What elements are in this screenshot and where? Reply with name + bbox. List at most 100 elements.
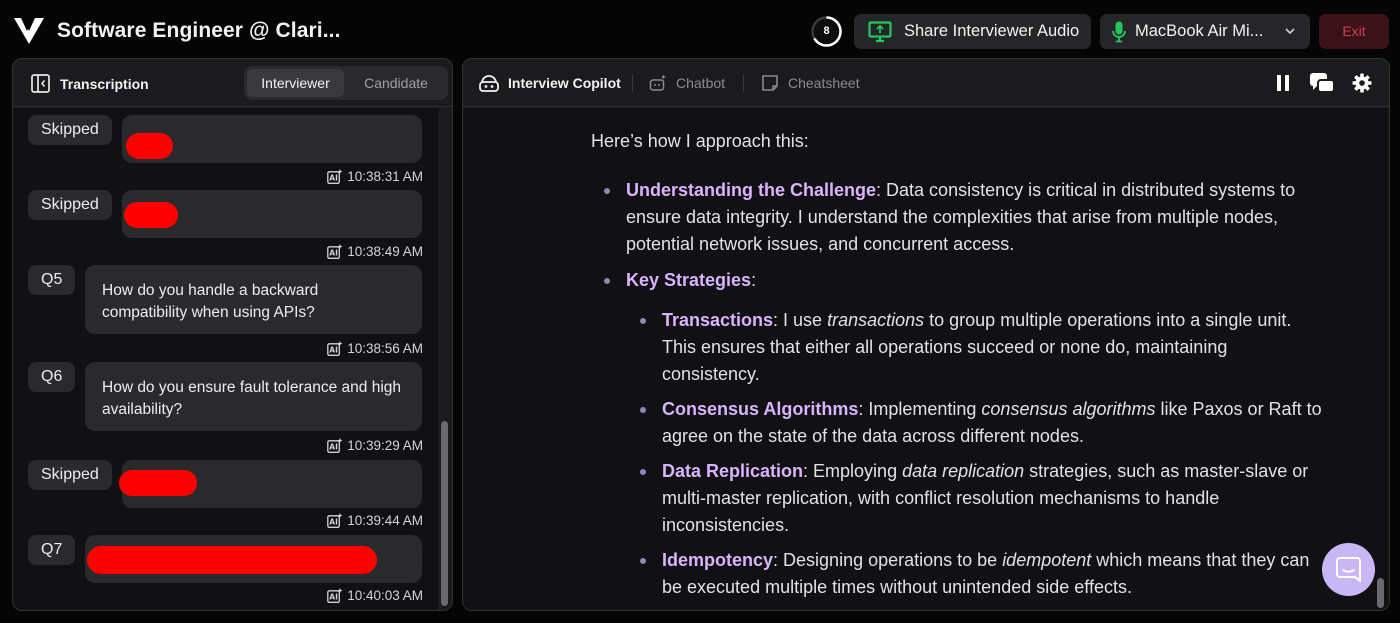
list-item[interactable] [119,460,422,508]
question-timer: 8 [810,15,843,48]
pause-icon[interactable] [1274,74,1292,92]
question-tag: Skipped [28,115,112,145]
page-title: Software Engineer @ Clari... [57,19,341,42]
svg-text:AI: AI [329,592,338,601]
timer-count: 8 [823,25,830,37]
list-item[interactable] [122,190,422,238]
copilot-answer-area: Here’s how I approach this: Understandin… [463,108,1389,610]
sidebar-toggle-icon[interactable] [31,74,50,93]
strategy-title: Transactions [662,310,774,330]
transcript-scrollbar[interactable] [441,111,448,608]
share-interviewer-audio-button[interactable]: Share Interviewer Audio [854,14,1091,49]
point-text: : [751,270,757,290]
question-text: How do you handle a backward compatibili… [102,282,319,321]
timestamp-text: 10:40:03 AM [347,587,423,603]
scrollbar-thumb[interactable] [441,421,448,606]
svg-text:AI: AI [329,173,338,182]
redaction-mark [124,202,178,228]
answer-point: Understanding the Challenge: Data consis… [591,177,1326,258]
redaction-mark [126,133,173,159]
timestamp-text: 10:39:29 AM [347,437,423,453]
tab-cheatsheet[interactable]: Cheatsheet [761,74,860,92]
question-tag: Q6 [28,362,76,392]
microphone-select[interactable]: MacBook Air Mi... [1100,14,1310,49]
chatbot-sparkle-icon [649,74,666,91]
svg-text:AI: AI [329,248,338,257]
strategy-list: Transactions: I use transactions to grou… [591,307,1326,601]
svg-text:AI: AI [329,517,338,526]
timestamp: AI 10:38:49 AM [327,242,423,260]
strategy-emphasis: data replication [902,461,1025,481]
strategy-emphasis: transactions [827,310,925,330]
list-item[interactable]: How do you handle a backward compatibili… [85,265,422,334]
transcription-title: Transcription [60,76,149,92]
timestamp-text: 10:38:56 AM [347,340,423,356]
timestamp: AI 10:39:44 AM [327,511,423,529]
strategy-title: Idempotency [662,550,774,570]
top-bar: Software Engineer @ Clari... 8 Share Int… [0,0,1400,62]
redaction-mark [87,546,377,574]
note-icon [762,75,778,91]
timestamp: AI 10:39:29 AM [327,436,423,454]
strategy-title: Data Replication [662,461,804,481]
strategy-text: : Employing [803,461,903,481]
support-chat-button[interactable] [1322,543,1375,596]
strategy-item: Transactions: I use transactions to grou… [591,307,1326,388]
answer-point: Key Strategies: [591,267,1326,294]
chat-bubbles-icon[interactable] [1309,72,1335,94]
strategy-item: Data Replication: Employing data replica… [591,458,1326,539]
speaker-toggle: Interviewer Candidate [244,66,448,100]
strategy-text: : Designing operations to be [773,550,1003,570]
list-item[interactable] [122,115,422,163]
timestamp: AI 10:40:03 AM [327,586,423,604]
timestamp: AI 10:38:56 AM [327,339,423,357]
ai-sparkle-icon: AI [327,340,343,356]
tab-chatbot[interactable]: Chatbot [649,74,725,92]
timestamp-text: 10:39:44 AM [347,512,423,528]
timestamp: AI 10:38:31 AM [327,167,423,185]
tab-label: Interview Copilot [508,75,621,91]
list-item[interactable]: How do you ensure fault tolerance and hi… [85,362,422,431]
tab-interview-copilot[interactable]: Interview Copilot [479,74,621,92]
strategy-title: Consensus Algorithms [662,399,859,419]
question-tag: Skipped [28,190,112,220]
strategy-emphasis: idempotent [1002,550,1092,570]
answer-intro: Here’s how I approach this: [591,131,809,151]
answer-points: Understanding the Challenge: Data consis… [591,177,1326,294]
question-tag: Skipped [28,460,112,490]
answer-content: Here’s how I approach this: Understandin… [591,128,1326,609]
question-tag: Q7 [28,535,76,565]
redaction-mark [119,470,197,496]
ai-sparkle-icon: AI [327,437,343,453]
question-text: How do you ensure fault tolerance and hi… [102,379,402,418]
tab-interviewer[interactable]: Interviewer [247,69,344,97]
app-logo-icon [14,18,44,44]
tab-label: Chatbot [676,75,726,91]
point-title: Understanding the Challenge [626,180,877,200]
list-item[interactable] [85,535,422,583]
tab-divider [632,75,633,92]
ai-sparkle-icon: AI [327,243,343,259]
strategy-item: Consensus Algorithms: Implementing conse… [591,396,1326,450]
transcription-panel: Transcription Interviewer Candidate Skip… [12,58,453,611]
copilot-header: Interview Copilot Chatbot Cheatsheet [463,59,1389,107]
copilot-panel: Interview Copilot Chatbot Cheatsheet Her… [462,58,1390,611]
svg-text:AI: AI [329,345,338,354]
strategy-text: : I use [773,310,828,330]
ai-sparkle-icon: AI [327,168,343,184]
microphone-label: MacBook Air Mi... [1135,22,1264,40]
copilot-robot-icon [479,75,499,92]
tab-candidate[interactable]: Candidate [347,69,445,97]
gear-icon[interactable] [1352,73,1372,93]
tab-divider [743,75,744,92]
monitor-share-icon [868,20,892,42]
share-audio-label: Share Interviewer Audio [904,22,1080,40]
strategy-emphasis: consensus algorithms [981,399,1156,419]
ai-sparkle-icon: AI [327,512,343,528]
exit-button[interactable]: Exit [1319,14,1389,49]
copilot-scrollbar[interactable] [1377,578,1384,608]
transcription-header: Transcription Interviewer Candidate [13,59,452,107]
chat-support-icon [1336,557,1361,582]
ai-sparkle-icon: AI [327,587,343,603]
strategy-item: Idempotency: Designing operations to be … [591,547,1326,601]
